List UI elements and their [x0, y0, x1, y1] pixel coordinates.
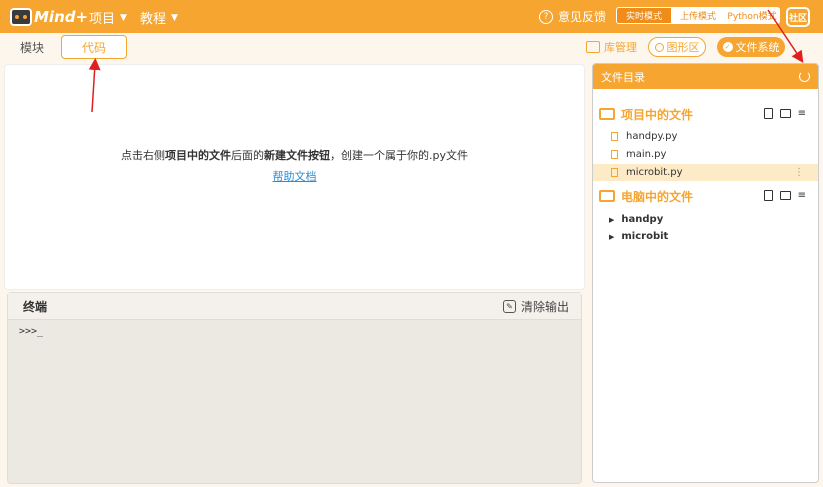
- code-editor[interactable]: 点击右侧项目中的文件后面的新建文件按钮，创建一个属于你的.py文件 帮助文档: [4, 64, 585, 290]
- tab-code[interactable]: 代码: [61, 35, 127, 59]
- terminal-header: 终端 ✎ 清除输出: [8, 293, 581, 320]
- terminal-panel: 终端 ✎ 清除输出 >>>_: [7, 292, 582, 484]
- terminal-title: 终端: [23, 299, 48, 314]
- file-item[interactable]: handpy.py: [593, 128, 818, 145]
- mode-switch: 实时模式 上传模式 Python模式: [616, 7, 780, 24]
- mode-upload-button[interactable]: 上传模式: [671, 8, 725, 23]
- top-bar: Mind+ 项目 ▼ 教程 ▼ ? 意见反馈 实时模式 上传模式 Python模…: [0, 0, 823, 33]
- menu-icon[interactable]: ≡: [798, 190, 806, 201]
- new-folder-icon[interactable]: [779, 109, 791, 118]
- file-name: main.py: [626, 149, 667, 160]
- graph-icon: [654, 42, 664, 52]
- menu-project-label: 项目: [89, 12, 116, 27]
- file-icon: [611, 150, 618, 159]
- new-file-icon[interactable]: [763, 190, 773, 201]
- menu-tutorial[interactable]: 教程 ▼: [140, 8, 178, 27]
- more-vertical-icon[interactable]: ⋮: [794, 167, 804, 178]
- file-name: handpy.py: [626, 131, 678, 142]
- hint-suffix: ，创建一个属于你的.py文件: [330, 149, 468, 162]
- project-files-section: 项目中的文件 ≡: [599, 104, 812, 124]
- library-label: 库管理: [604, 41, 637, 54]
- question-icon: ?: [539, 9, 553, 24]
- folder-name: microbit: [621, 231, 669, 242]
- folder-item[interactable]: ▶ microbit: [609, 231, 668, 242]
- menu-tutorial-label: 教程: [140, 12, 167, 27]
- library-icon: [586, 41, 600, 53]
- check-icon: ✓: [722, 42, 733, 52]
- mode-live-button[interactable]: 实时模式: [617, 8, 671, 23]
- menu-project[interactable]: 项目 ▼: [89, 8, 127, 27]
- robot-icon: [10, 7, 32, 26]
- caret-down-icon: ▼: [120, 12, 127, 23]
- folder-name: handpy: [621, 214, 664, 225]
- feedback-button[interactable]: ? 意见反馈: [539, 8, 606, 25]
- caret-right-icon: ▶: [609, 215, 615, 224]
- terminal-prompt[interactable]: >>>_: [8, 320, 581, 343]
- hint-prefix: 点击右侧: [121, 149, 165, 162]
- tab-row: 模块 代码 库管理 图形区 ✓ 文件系统: [0, 33, 823, 61]
- folder-item[interactable]: ▶ handpy: [609, 214, 663, 225]
- mode-python-button[interactable]: Python模式: [725, 8, 779, 23]
- library-button[interactable]: 库管理: [586, 39, 637, 55]
- refresh-icon[interactable]: [799, 71, 810, 82]
- filesystem-button[interactable]: ✓ 文件系统: [717, 37, 785, 57]
- caret-right-icon: ▶: [609, 232, 615, 241]
- editor-hint: 点击右侧项目中的文件后面的新建文件按钮，创建一个属于你的.py文件: [5, 147, 584, 163]
- computer-files-actions: ≡: [763, 190, 806, 201]
- caret-down-icon: ▼: [171, 12, 178, 23]
- clear-output-label: 清除输出: [520, 299, 569, 314]
- menu-icon[interactable]: ≡: [798, 108, 806, 119]
- project-files-title: 项目中的文件: [621, 107, 694, 122]
- folder-list-icon: [599, 108, 615, 120]
- file-icon: [611, 168, 618, 177]
- clear-output-button[interactable]: ✎ 清除输出: [502, 298, 569, 315]
- logo-text: Mind+: [34, 7, 89, 26]
- file-panel-header: 文件目录: [593, 64, 818, 89]
- help-doc-link[interactable]: 帮助文档: [5, 168, 584, 184]
- file-panel-title: 文件目录: [601, 70, 645, 84]
- computer-files-title: 电脑中的文件: [621, 189, 694, 204]
- community-button[interactable]: 社区: [786, 7, 810, 27]
- graph-label: 图形区: [666, 41, 700, 54]
- new-file-icon[interactable]: [763, 108, 773, 119]
- eraser-icon: ✎: [502, 299, 516, 313]
- new-folder-icon[interactable]: [779, 191, 791, 200]
- computer-files-section: 电脑中的文件 ≡: [599, 186, 812, 206]
- file-item[interactable]: main.py: [593, 146, 818, 163]
- file-name: microbit.py: [626, 167, 683, 178]
- mindplus-logo[interactable]: Mind+: [10, 6, 88, 27]
- community-icon: 社区: [788, 13, 807, 24]
- monitor-icon: [599, 190, 615, 202]
- feedback-label: 意见反馈: [558, 10, 607, 24]
- hint-bold-project-files: 项目中的文件: [165, 149, 231, 162]
- tab-module[interactable]: 模块: [6, 35, 58, 59]
- hint-mid: 后面的: [231, 149, 264, 162]
- file-icon: [611, 132, 618, 141]
- file-directory-panel: 文件目录 项目中的文件 ≡ handpy.py main.py microbit…: [592, 63, 819, 483]
- filesystem-label: 文件系统: [735, 41, 780, 54]
- file-item-selected[interactable]: microbit.py ⋮: [593, 164, 818, 181]
- graph-area-button[interactable]: 图形区: [648, 37, 706, 57]
- project-files-actions: ≡: [763, 108, 806, 119]
- hint-bold-new-file: 新建文件按钮: [264, 149, 330, 162]
